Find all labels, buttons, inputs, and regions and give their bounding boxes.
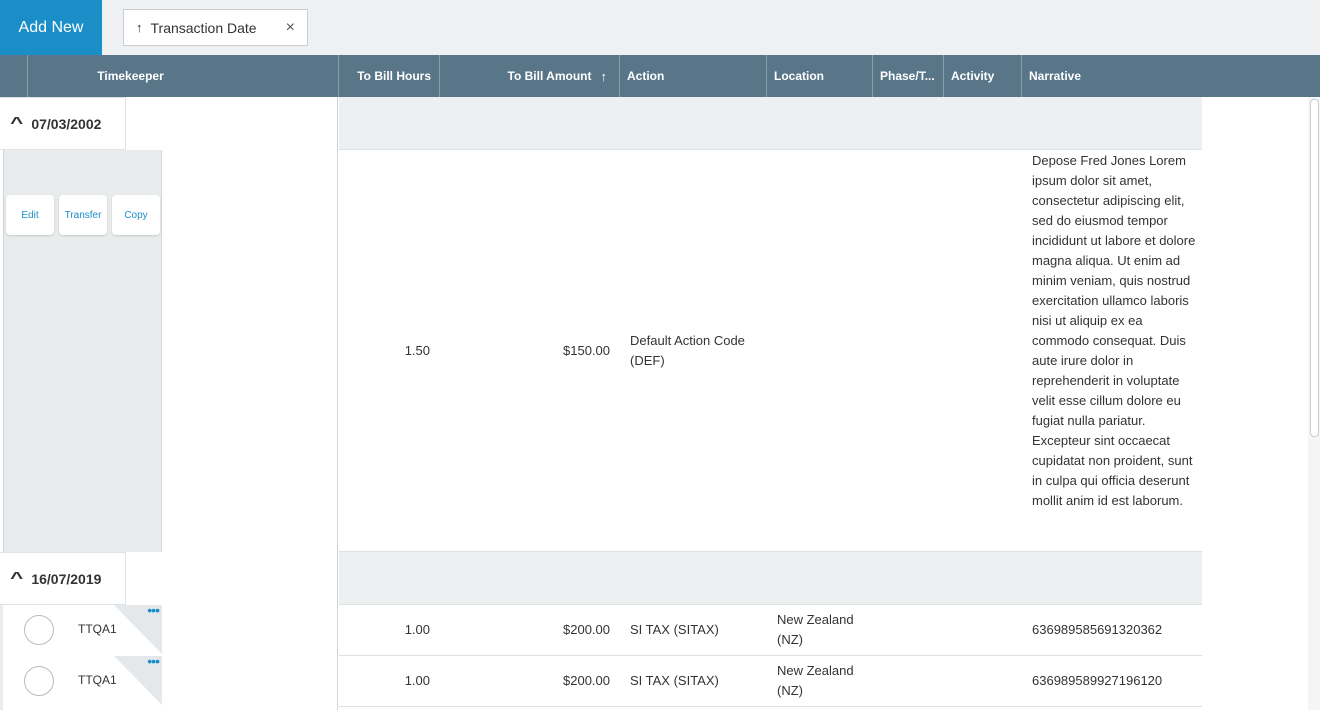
cell-hours: 1.50 [404, 342, 430, 358]
column-header-action[interactable]: Action [619, 55, 766, 97]
cell-narrative: Depose Fred Jones Lorem ipsum dolor sit … [1032, 153, 1196, 508]
cell-phase [880, 656, 945, 706]
column-header-label: Narrative [1029, 69, 1082, 83]
cell-activity [951, 605, 1023, 655]
table-row[interactable]: 1.00 $200.00 SI TAX (SITAX) New Zealand … [339, 605, 1202, 656]
cell-amount: $200.00 [563, 673, 610, 688]
cell-amount: $200.00 [563, 622, 610, 637]
cell-phase [880, 150, 945, 551]
column-header-location[interactable]: Location [766, 55, 872, 97]
group-header-07-03-2002[interactable]: ^ 07/03/2002 [0, 97, 126, 150]
toolbar: Add New ↑ Transaction Date × [0, 0, 1320, 55]
timekeeper-pane: ^ 07/03/2002 Edit Transfer Copy ^ 16/07/… [0, 97, 338, 710]
group-date: 16/07/2019 [31, 570, 102, 587]
cell-activity [951, 656, 1023, 706]
group-band [339, 97, 1202, 150]
column-header-label: Phase/T... [880, 69, 935, 83]
cell-narrative: 636989589927196120 [1032, 673, 1163, 688]
entries-grid: 1.50 $150.00 Default Action Code (DEF) D… [339, 97, 1202, 710]
column-header-label: To Bill Amount [507, 69, 592, 83]
arrow-up-icon: ↑ [600, 68, 608, 84]
chevron-up-icon[interactable]: ^ [10, 115, 23, 133]
scrollbar-thumb[interactable] [1310, 99, 1319, 437]
column-header-label: Action [627, 69, 665, 83]
add-new-button[interactable]: Add New [0, 0, 102, 55]
sort-chip-transaction-date[interactable]: ↑ Transaction Date × [123, 9, 308, 46]
cell-action: SI TAX (SITAX) [630, 673, 719, 688]
close-icon[interactable]: × [286, 19, 295, 37]
cell-action: Default Action Code (DEF) [630, 332, 745, 368]
cell-location: New Zealand (NZ) [777, 663, 854, 698]
group-date: 07/03/2002 [31, 115, 102, 132]
cell-phase [880, 605, 945, 655]
transfer-button[interactable]: Transfer [59, 195, 107, 235]
row-select-radio[interactable] [24, 666, 54, 696]
table-row[interactable]: 1.50 $150.00 Default Action Code (DEF) D… [339, 150, 1202, 552]
grid-header: Timekeeper To Bill Hours To Bill Amount … [0, 55, 1320, 97]
cell-activity [951, 150, 1023, 551]
timekeeper-name: TTQA1 [78, 622, 117, 636]
cell-location: New Zealand (NZ) [777, 612, 854, 647]
column-header-to-bill-hours[interactable]: To Bill Hours [338, 55, 439, 97]
cell-hours: 1.00 [404, 673, 430, 688]
cell-hours: 1.00 [404, 622, 430, 637]
column-header-to-bill-amount[interactable]: To Bill Amount ↑ [439, 55, 619, 97]
column-header-phase[interactable]: Phase/T... [872, 55, 943, 97]
chevron-up-icon[interactable]: ^ [10, 570, 23, 588]
column-header-label: To Bill Hours [357, 69, 431, 83]
ellipsis-icon[interactable]: ••• [147, 602, 160, 618]
cell-narrative: 636989585691320362 [1032, 622, 1163, 637]
timekeeper-card: ••• TTQA1 [16, 602, 162, 654]
copy-button[interactable]: Copy [112, 195, 160, 235]
cell-location [777, 150, 877, 551]
column-header-label: Location [774, 69, 824, 83]
row-stripe [0, 605, 3, 710]
group-header-16-07-2019[interactable]: ^ 16/07/2019 [0, 552, 126, 605]
cell-action: SI TAX (SITAX) [630, 622, 719, 637]
edit-button[interactable]: Edit [6, 195, 54, 235]
row-action-panel: Edit Transfer Copy [3, 150, 162, 552]
column-header-activity[interactable]: Activity [943, 55, 1021, 97]
column-header-label: Activity [951, 69, 995, 83]
column-header-label: Timekeeper [97, 69, 164, 83]
header-spacer [0, 55, 27, 97]
cell-amount: $150.00 [563, 342, 610, 358]
row-select-radio[interactable] [24, 615, 54, 645]
timekeeper-name: TTQA1 [78, 673, 117, 687]
timekeeper-card: ••• TTQA1 [16, 653, 162, 705]
column-header-timekeeper[interactable]: Timekeeper [27, 55, 338, 97]
group-band [339, 552, 1202, 605]
sort-chip-label: Transaction Date [150, 19, 257, 36]
ellipsis-icon[interactable]: ••• [147, 653, 160, 669]
table-row[interactable]: 1.00 $200.00 SI TAX (SITAX) New Zealand … [339, 656, 1202, 707]
column-header-narrative[interactable]: Narrative [1021, 55, 1320, 97]
arrow-up-icon: ↑ [136, 20, 143, 35]
